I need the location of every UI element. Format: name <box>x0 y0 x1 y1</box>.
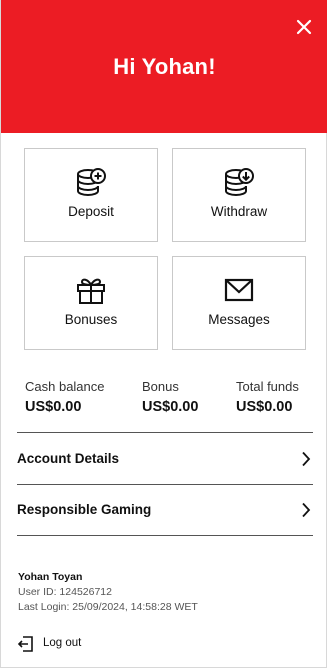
messages-label: Messages <box>208 312 270 327</box>
account-header: Hi Yohan! <box>1 0 327 133</box>
total-funds: Total funds US$0.00 <box>236 379 299 415</box>
bonus-balance-value: US$0.00 <box>142 399 199 415</box>
coin-stack-down-arrow-icon <box>223 167 255 197</box>
last-login: Last Login: 25/09/2024, 14:58:28 WET <box>18 601 198 613</box>
responsible-gaming-row[interactable]: Responsible Gaming <box>17 485 313 535</box>
total-funds-label: Total funds <box>236 379 299 394</box>
user-name: Yohan Toyan <box>18 571 83 583</box>
account-details-label: Account Details <box>17 451 120 466</box>
cash-balance-value: US$0.00 <box>25 399 82 415</box>
envelope-icon <box>223 275 255 305</box>
deposit-button[interactable]: Deposit <box>24 148 158 242</box>
messages-button[interactable]: Messages <box>172 256 306 350</box>
bonus-balance-label: Bonus <box>142 379 179 394</box>
chevron-right-icon <box>301 451 311 467</box>
bonuses-label: Bonuses <box>64 312 118 327</box>
responsible-gaming-label: Responsible Gaming <box>17 502 152 517</box>
bonuses-button[interactable]: Bonuses <box>24 256 158 350</box>
user-info: Yohan Toyan User ID: 124526712 Last Logi… <box>18 570 198 615</box>
total-funds-value: US$0.00 <box>236 399 293 415</box>
divider <box>17 432 313 433</box>
coin-stack-plus-icon <box>75 167 107 197</box>
close-icon <box>296 19 312 35</box>
greeting-title: Hi Yohan! <box>113 54 216 79</box>
user-id: User ID: 124526712 <box>18 586 112 598</box>
close-button[interactable] <box>293 16 315 38</box>
logout-icon <box>17 635 35 653</box>
deposit-label: Deposit <box>68 204 114 219</box>
bonus-balance: Bonus US$0.00 <box>142 379 198 415</box>
withdraw-button[interactable]: Withdraw <box>172 148 306 242</box>
divider <box>17 535 313 536</box>
gift-icon <box>75 275 107 305</box>
balance-summary: Cash balance US$0.00 Bonus US$0.00 Total… <box>1 379 327 419</box>
withdraw-label: Withdraw <box>210 204 268 219</box>
account-panel: Hi Yohan! Deposit Withdraw Bonuses Messa… <box>0 0 327 668</box>
logout-label: Log out <box>43 637 82 649</box>
account-details-row[interactable]: Account Details <box>17 434 313 484</box>
cash-balance: Cash balance US$0.00 <box>25 379 105 415</box>
chevron-right-icon <box>301 502 311 518</box>
cash-balance-label: Cash balance <box>25 379 105 394</box>
